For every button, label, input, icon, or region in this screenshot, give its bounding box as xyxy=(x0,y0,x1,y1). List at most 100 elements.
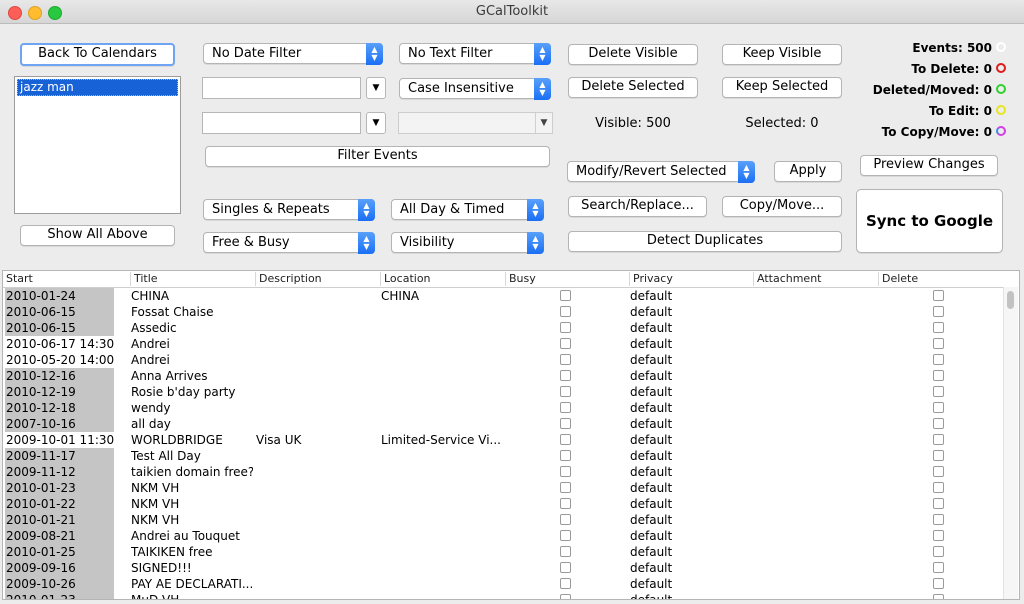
column-header-delete[interactable]: Delete xyxy=(878,272,1006,286)
busy-checkbox[interactable] xyxy=(560,338,571,349)
busy-checkbox[interactable] xyxy=(560,546,571,557)
table-row[interactable]: 2009-09-16 SIGNED!!! default xyxy=(3,560,1005,576)
column-header-location[interactable]: Location xyxy=(380,272,508,286)
date-filter-select[interactable]: No Date Filter ▲ ▼ xyxy=(203,43,383,65)
busy-checkbox[interactable] xyxy=(560,354,571,365)
busy-checkbox[interactable] xyxy=(560,562,571,573)
delete-checkbox[interactable] xyxy=(933,402,944,413)
delete-checkbox[interactable] xyxy=(933,418,944,429)
delete-checkbox[interactable] xyxy=(933,466,944,477)
date-to-dropdown[interactable]: ▼ xyxy=(366,112,386,134)
table-row[interactable]: 2010-06-15 Fossat Chaise default xyxy=(3,304,1005,320)
table-row[interactable]: 2009-11-17 Test All Day default xyxy=(3,448,1005,464)
delete-checkbox[interactable] xyxy=(933,306,944,317)
delete-checkbox[interactable] xyxy=(933,354,944,365)
table-row[interactable]: 2010-12-19 Rosie b'day party default xyxy=(3,384,1005,400)
calendar-list-item[interactable]: jazz man xyxy=(17,79,178,96)
table-scrollbar[interactable] xyxy=(1003,287,1018,599)
delete-checkbox[interactable] xyxy=(933,562,944,573)
keep-selected-button[interactable]: Keep Selected xyxy=(722,77,842,98)
busy-checkbox[interactable] xyxy=(560,594,571,599)
delete-checkbox[interactable] xyxy=(933,546,944,557)
delete-checkbox[interactable] xyxy=(933,290,944,301)
delete-checkbox[interactable] xyxy=(933,386,944,397)
busy-checkbox[interactable] xyxy=(560,530,571,541)
busy-checkbox[interactable] xyxy=(560,466,571,477)
delete-checkbox[interactable] xyxy=(933,482,944,493)
table-row[interactable]: 2010-01-24 CHINA CHINA default xyxy=(3,288,1005,304)
events-table[interactable]: Start Title Description Location Busy Pr… xyxy=(2,270,1020,600)
table-row[interactable]: 2010-06-15 Assedic default xyxy=(3,320,1005,336)
allday-timed-select[interactable]: All Day & Timed ▲ ▼ xyxy=(391,199,544,221)
column-header-description[interactable]: Description xyxy=(255,272,383,286)
table-row[interactable]: 2010-01-23 MuD VH default xyxy=(3,592,1005,599)
table-row[interactable]: 2009-10-01 11:30 WORLDBRIDGE Visa UK Limite… xyxy=(3,432,1005,448)
date-from-dropdown[interactable]: ▼ xyxy=(366,77,386,99)
busy-checkbox[interactable] xyxy=(560,434,571,445)
table-row[interactable]: 2010-06-17 14:30 Andrei default xyxy=(3,336,1005,352)
delete-visible-button[interactable]: Delete Visible xyxy=(568,44,698,65)
table-row[interactable]: 2007-10-16 all day default xyxy=(3,416,1005,432)
busy-checkbox[interactable] xyxy=(560,482,571,493)
busy-checkbox[interactable] xyxy=(560,402,571,413)
busy-checkbox[interactable] xyxy=(560,418,571,429)
delete-checkbox[interactable] xyxy=(933,338,944,349)
delete-checkbox[interactable] xyxy=(933,434,944,445)
busy-checkbox[interactable] xyxy=(560,450,571,461)
modify-revert-select[interactable]: Modify/Revert Selected ▲ ▼ xyxy=(567,161,755,183)
delete-checkbox[interactable] xyxy=(933,322,944,333)
delete-selected-button[interactable]: Delete Selected xyxy=(568,77,698,98)
column-header-attachment[interactable]: Attachment xyxy=(753,272,881,286)
column-header-privacy[interactable]: Privacy xyxy=(629,272,757,286)
visibility-select[interactable]: Visibility ▲ ▼ xyxy=(391,232,544,254)
table-row[interactable]: 2010-01-21 NKM VH default xyxy=(3,512,1005,528)
delete-checkbox[interactable] xyxy=(933,594,944,599)
date-to-input[interactable] xyxy=(202,112,361,134)
delete-checkbox[interactable] xyxy=(933,370,944,381)
text-filter-select[interactable]: No Text Filter ▲ ▼ xyxy=(399,43,551,65)
busy-checkbox[interactable] xyxy=(560,322,571,333)
sync-to-google-button[interactable]: Sync to Google xyxy=(856,189,1003,253)
column-header-start[interactable]: Start xyxy=(3,272,130,286)
table-row[interactable]: 2010-01-22 NKM VH default xyxy=(3,496,1005,512)
table-row[interactable]: 2010-12-16 Anna Arrives default xyxy=(3,368,1005,384)
delete-checkbox[interactable] xyxy=(933,450,944,461)
back-to-calendars-button[interactable]: Back To Calendars xyxy=(20,43,175,66)
column-header-title[interactable]: Title xyxy=(130,272,258,286)
free-busy-select[interactable]: Free & Busy ▲ ▼ xyxy=(203,232,375,254)
busy-checkbox[interactable] xyxy=(560,290,571,301)
busy-checkbox[interactable] xyxy=(560,498,571,509)
delete-checkbox[interactable] xyxy=(933,530,944,541)
search-replace-button[interactable]: Search/Replace... xyxy=(568,196,707,217)
show-all-above-button[interactable]: Show All Above xyxy=(20,225,175,246)
preview-changes-button[interactable]: Preview Changes xyxy=(860,155,998,176)
column-header-busy[interactable]: Busy xyxy=(505,272,633,286)
table-row[interactable]: 2009-11-12 taikien domain free? default xyxy=(3,464,1005,480)
singles-repeats-select[interactable]: Singles & Repeats ▲ ▼ xyxy=(203,199,375,221)
text-filter-combo[interactable]: ▼ xyxy=(398,112,553,134)
table-row[interactable]: 2010-12-18 wendy default xyxy=(3,400,1005,416)
table-row[interactable]: 2009-08-21 Andrei au Touquet default xyxy=(3,528,1005,544)
case-sensitivity-select[interactable]: Case Insensitive ▲ ▼ xyxy=(399,78,551,100)
chevron-down-icon[interactable]: ▼ xyxy=(535,113,552,133)
delete-checkbox[interactable] xyxy=(933,578,944,589)
table-row[interactable]: 2010-01-25 TAIKIKEN free default xyxy=(3,544,1005,560)
table-row[interactable]: 2009-10-26 PAY AE DECLARATI... default xyxy=(3,576,1005,592)
scrollbar-thumb[interactable] xyxy=(1007,291,1014,309)
date-from-input[interactable] xyxy=(202,77,361,99)
calendar-list[interactable]: jazz man xyxy=(14,76,181,214)
busy-checkbox[interactable] xyxy=(560,578,571,589)
delete-checkbox[interactable] xyxy=(933,514,944,525)
busy-checkbox[interactable] xyxy=(560,370,571,381)
detect-duplicates-button[interactable]: Detect Duplicates xyxy=(568,231,842,252)
filter-events-button[interactable]: Filter Events xyxy=(205,146,550,167)
table-row[interactable]: 2010-05-20 14:00 Andrei default xyxy=(3,352,1005,368)
busy-checkbox[interactable] xyxy=(560,306,571,317)
table-row[interactable]: 2010-01-23 NKM VH default xyxy=(3,480,1005,496)
busy-checkbox[interactable] xyxy=(560,514,571,525)
apply-button[interactable]: Apply xyxy=(774,161,842,182)
keep-visible-button[interactable]: Keep Visible xyxy=(722,44,842,65)
copy-move-button[interactable]: Copy/Move... xyxy=(722,196,842,217)
busy-checkbox[interactable] xyxy=(560,386,571,397)
delete-checkbox[interactable] xyxy=(933,498,944,509)
